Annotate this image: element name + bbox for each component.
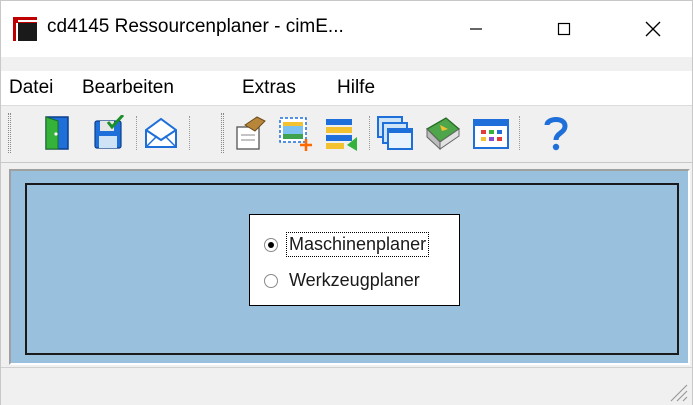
windows-cascade-icon (377, 116, 413, 150)
resize-grip-icon[interactable] (666, 380, 688, 402)
window-title: cd4145 Ressourcenplaner - cimE... (47, 16, 344, 37)
radio-label[interactable]: Werkzeugplaner (287, 269, 422, 292)
maximize-button[interactable] (536, 1, 592, 57)
close-button[interactable] (625, 1, 681, 57)
menu-datei[interactable]: Datei (9, 77, 53, 99)
toolbar-grip[interactable] (8, 113, 11, 153)
list-import-icon (326, 119, 357, 151)
mail-icon (145, 117, 177, 148)
exit-door-icon (45, 116, 69, 150)
planner-choice-group: Maschinenplaner Werkzeugplaner (249, 214, 460, 306)
radio-werkzeugplaner[interactable]: Werkzeugplaner (264, 269, 422, 292)
radio-button[interactable] (264, 237, 278, 252)
toolbar-grip[interactable] (221, 113, 224, 153)
book-icon (425, 117, 461, 151)
mail-button[interactable] (141, 112, 181, 154)
planner-panel: Maschinenplaner Werkzeugplaner (25, 183, 679, 355)
save-button[interactable] (88, 112, 128, 154)
radio-label[interactable]: Maschinenplaner (285, 232, 430, 257)
save-icon (94, 115, 125, 149)
menu-bearbeiten[interactable]: Bearbeiten (82, 77, 174, 99)
help-button[interactable] (536, 112, 576, 154)
add-selection-icon (279, 117, 312, 151)
close-icon (645, 21, 661, 37)
radio-maschinenplaner[interactable]: Maschinenplaner (264, 232, 430, 257)
list-import-button[interactable] (321, 112, 361, 154)
edit-document-icon (236, 116, 266, 150)
menu-bar: Datei Bearbeiten Extras Hilfe (1, 71, 692, 105)
toolbar-separator (519, 116, 520, 150)
windows-cascade-button[interactable] (375, 112, 415, 154)
status-bar (1, 367, 692, 405)
menu-extras[interactable]: Extras (242, 77, 296, 99)
app-window: cd4145 Ressourcenplaner - cimE... Datei … (0, 0, 693, 405)
client-area: Maschinenplaner Werkzeugplaner (9, 169, 690, 365)
calendar-grid-icon (473, 119, 509, 149)
toolbar-separator (369, 116, 370, 150)
menu-hilfe[interactable]: Hilfe (337, 77, 375, 99)
book-button[interactable] (423, 112, 463, 154)
exit-button[interactable] (37, 112, 77, 154)
toolbar-separator (189, 116, 190, 150)
app-icon[interactable] (13, 17, 37, 41)
calendar-grid-button[interactable] (471, 112, 511, 154)
minimize-icon (470, 28, 482, 30)
minimize-button[interactable] (448, 1, 504, 57)
edit-document-button[interactable] (230, 112, 270, 154)
title-bar[interactable]: cd4145 Ressourcenplaner - cimE... (1, 1, 692, 57)
toolbar (1, 105, 692, 163)
toolbar-separator (136, 116, 137, 150)
add-selection-button[interactable] (275, 112, 315, 154)
maximize-icon (557, 22, 571, 36)
radio-button[interactable] (264, 273, 278, 288)
help-icon (544, 117, 568, 151)
